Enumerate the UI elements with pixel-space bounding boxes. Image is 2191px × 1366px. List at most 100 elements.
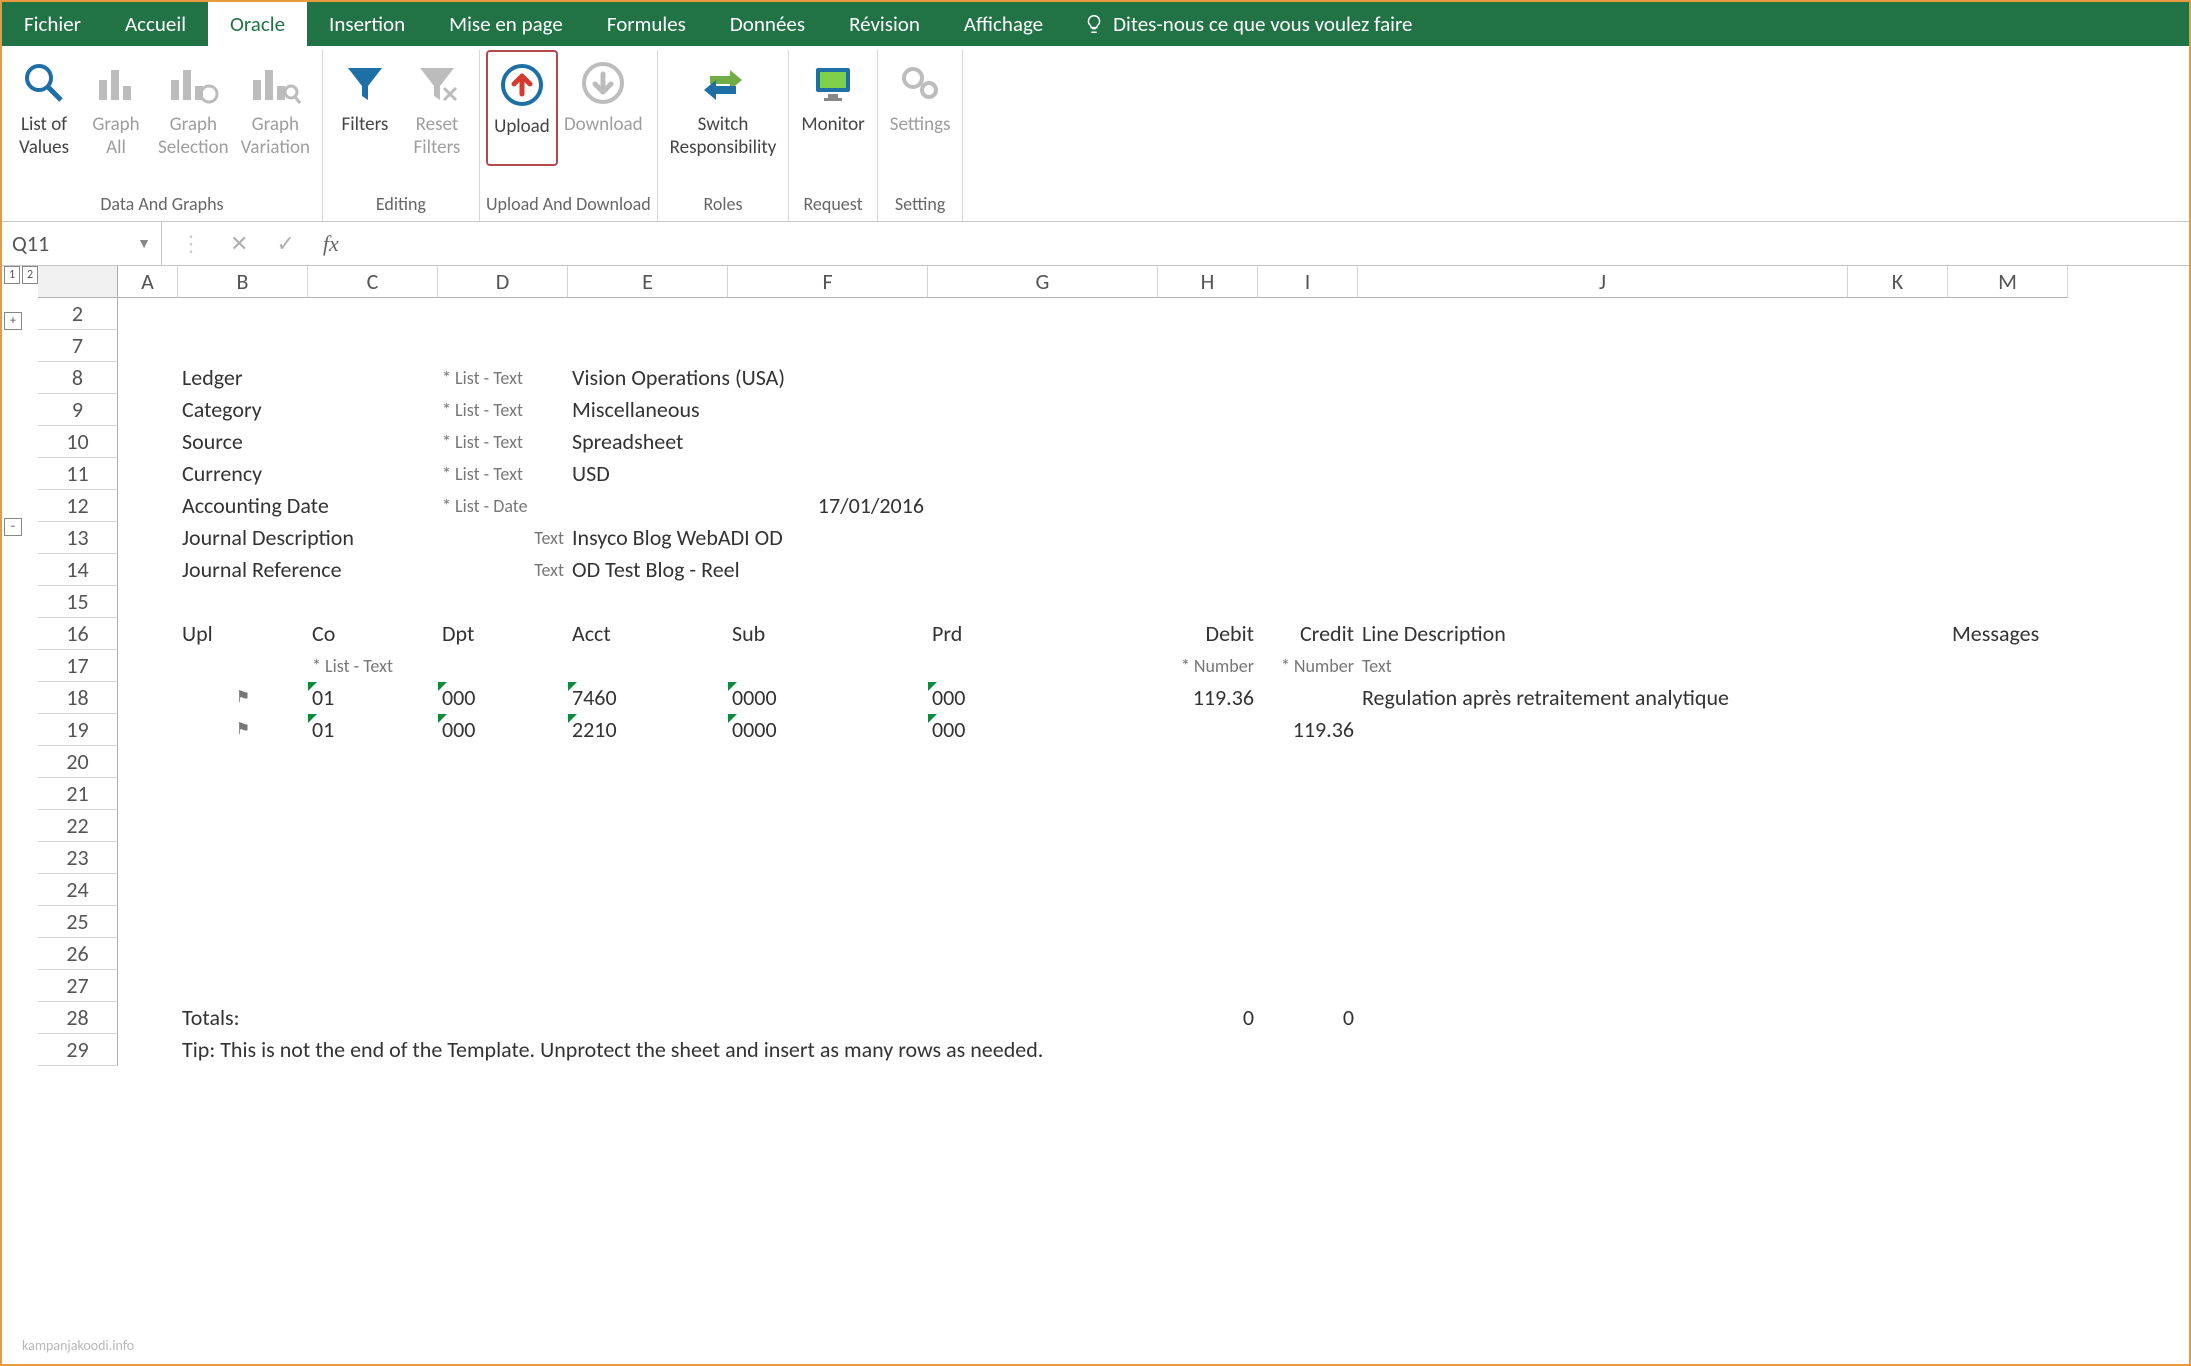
cell[interactable] xyxy=(568,298,728,330)
cell[interactable] xyxy=(308,746,438,778)
cell[interactable]: 01 xyxy=(308,714,438,746)
cell[interactable] xyxy=(118,842,178,874)
cell[interactable] xyxy=(1258,426,1358,458)
cell[interactable] xyxy=(1848,842,1948,874)
cell[interactable]: 000 xyxy=(928,682,1158,714)
cell[interactable] xyxy=(1848,522,1948,554)
row-header[interactable]: 7 xyxy=(38,330,118,362)
cell[interactable] xyxy=(118,490,178,522)
cell[interactable] xyxy=(928,938,1158,970)
cell[interactable] xyxy=(1158,810,1258,842)
cell[interactable] xyxy=(178,906,308,938)
cell[interactable] xyxy=(178,778,308,810)
cell[interactable] xyxy=(1848,714,1948,746)
cell[interactable] xyxy=(568,874,728,906)
cell[interactable] xyxy=(928,778,1158,810)
cell[interactable] xyxy=(1848,682,1948,714)
cell[interactable] xyxy=(1258,586,1358,618)
row-header[interactable]: 11 xyxy=(38,458,118,490)
cell[interactable] xyxy=(308,554,438,586)
cell[interactable] xyxy=(1948,394,2068,426)
cell[interactable] xyxy=(928,874,1158,906)
cell[interactable] xyxy=(928,1002,1158,1034)
cell[interactable]: * List - Text xyxy=(438,426,568,458)
cell[interactable] xyxy=(1358,330,1848,362)
cell[interactable] xyxy=(118,362,178,394)
cell[interactable] xyxy=(1848,586,1948,618)
cell[interactable] xyxy=(1848,554,1948,586)
cell[interactable] xyxy=(1848,394,1948,426)
row-header[interactable]: 8 xyxy=(38,362,118,394)
column-header[interactable]: F xyxy=(728,266,928,298)
cell[interactable] xyxy=(1258,842,1358,874)
cell[interactable] xyxy=(1358,906,1848,938)
cell[interactable] xyxy=(928,330,1158,362)
name-box[interactable]: Q11 ▼ xyxy=(2,222,162,265)
cell[interactable] xyxy=(118,298,178,330)
cell[interactable] xyxy=(1158,714,1258,746)
cell[interactable]: Co xyxy=(308,618,438,650)
cell[interactable] xyxy=(118,554,178,586)
cell[interactable]: Totals: xyxy=(178,1002,308,1034)
cell[interactable]: ⚑ xyxy=(178,714,308,746)
cell[interactable] xyxy=(118,970,178,1002)
cell[interactable] xyxy=(118,682,178,714)
cell[interactable] xyxy=(1848,426,1948,458)
column-header[interactable]: J xyxy=(1358,266,1848,298)
list-of-values-button[interactable]: List ofValues xyxy=(8,50,80,162)
column-header[interactable]: K xyxy=(1848,266,1948,298)
cell[interactable]: Line Description xyxy=(1358,618,1848,650)
cell[interactable] xyxy=(308,522,438,554)
upload-button[interactable]: Upload xyxy=(486,50,558,166)
row-header[interactable]: 18 xyxy=(38,682,118,714)
cell[interactable] xyxy=(568,650,728,682)
row-header[interactable]: 28 xyxy=(38,1002,118,1034)
cell[interactable] xyxy=(178,330,308,362)
cell[interactable] xyxy=(308,586,438,618)
cell[interactable] xyxy=(1258,394,1358,426)
tab-formulas[interactable]: Formules xyxy=(585,2,708,46)
cell[interactable] xyxy=(308,906,438,938)
cell[interactable] xyxy=(568,778,728,810)
cell[interactable] xyxy=(1848,874,1948,906)
cell[interactable] xyxy=(1848,746,1948,778)
cell[interactable] xyxy=(438,746,568,778)
cell[interactable]: Upl xyxy=(178,618,308,650)
cell[interactable] xyxy=(1948,906,2068,938)
tab-data[interactable]: Données xyxy=(708,2,827,46)
formula-input[interactable] xyxy=(357,222,2189,265)
cell[interactable] xyxy=(728,874,928,906)
cell[interactable] xyxy=(928,746,1158,778)
cell[interactable] xyxy=(1848,362,1948,394)
cell[interactable] xyxy=(1258,490,1358,522)
cell[interactable]: Text xyxy=(438,554,568,586)
cell[interactable] xyxy=(1848,906,1948,938)
cell[interactable] xyxy=(178,970,308,1002)
cell[interactable] xyxy=(308,810,438,842)
cell[interactable] xyxy=(1358,874,1848,906)
download-button[interactable]: Download xyxy=(558,50,649,162)
cell[interactable] xyxy=(1358,970,1848,1002)
cell[interactable] xyxy=(438,810,568,842)
cell[interactable] xyxy=(118,1034,178,1066)
row-header[interactable]: 2 xyxy=(38,298,118,330)
cell[interactable] xyxy=(1358,1002,1848,1034)
cell[interactable] xyxy=(178,842,308,874)
cell[interactable] xyxy=(308,874,438,906)
graph-variation-button[interactable]: GraphVariation xyxy=(235,50,316,162)
row-header[interactable]: 24 xyxy=(38,874,118,906)
cell[interactable] xyxy=(1358,458,1848,490)
cell[interactable] xyxy=(1258,874,1358,906)
cell[interactable] xyxy=(438,778,568,810)
cell[interactable] xyxy=(1258,746,1358,778)
column-header[interactable]: A xyxy=(118,266,178,298)
cell[interactable] xyxy=(1358,714,1848,746)
cell[interactable]: * Number xyxy=(1158,650,1258,682)
cell[interactable] xyxy=(728,778,928,810)
cell[interactable]: 0 xyxy=(1258,1002,1358,1034)
cell[interactable]: * List - Text xyxy=(438,362,568,394)
column-header[interactable]: G xyxy=(928,266,1158,298)
cell[interactable] xyxy=(1258,938,1358,970)
cell[interactable] xyxy=(438,650,568,682)
cell[interactable] xyxy=(1258,362,1358,394)
